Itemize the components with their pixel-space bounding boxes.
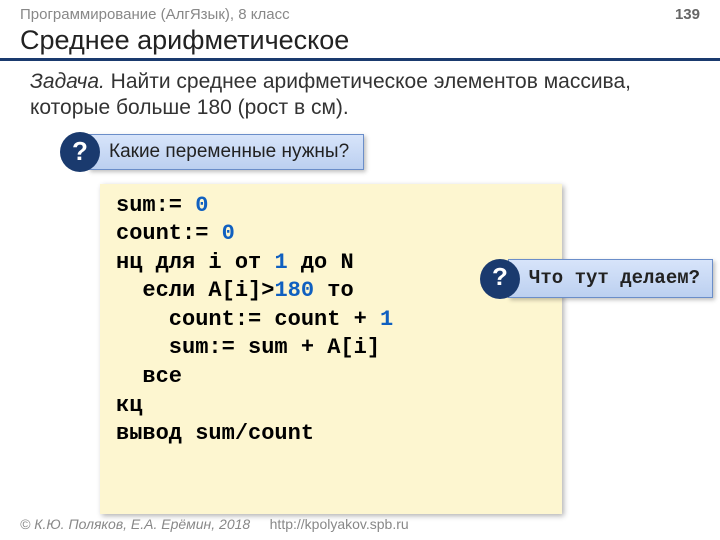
course-label: Программирование (АлгЯзык), 8 класс bbox=[20, 6, 290, 23]
task-body: Найти среднее арифметическое элементов м… bbox=[30, 70, 631, 119]
code-line: если A[i]> bbox=[116, 278, 274, 303]
code-line: вывод sum/count bbox=[116, 421, 314, 446]
question-icon: ? bbox=[480, 259, 520, 299]
callout-variables: ? Какие переменные нужны? bbox=[60, 132, 364, 172]
code-line: кц bbox=[116, 393, 142, 418]
code-line: count:= count + bbox=[116, 307, 380, 332]
callout-explain: ? Что тут делаем? bbox=[480, 259, 713, 299]
code-num: 180 bbox=[274, 278, 314, 303]
code-line: все bbox=[116, 364, 182, 389]
code-num: 0 bbox=[222, 221, 235, 246]
top-bar: Программирование (АлгЯзык), 8 класс 139 bbox=[0, 0, 720, 25]
code-line: то bbox=[314, 278, 354, 303]
task-label: Задача. bbox=[30, 70, 105, 93]
footer-authors: © К.Ю. Поляков, Е.А. Ерёмин, 2018 bbox=[20, 516, 250, 532]
code-line: count:= bbox=[116, 221, 222, 246]
code-line: sum:= sum + A[i] bbox=[116, 335, 380, 360]
code-line: до N bbox=[288, 250, 354, 275]
callout-explain-text: Что тут делаем? bbox=[508, 259, 713, 298]
task-text: Задача. Найти среднее арифметическое эле… bbox=[0, 69, 720, 128]
code-num: 0 bbox=[195, 193, 208, 218]
code-num: 1 bbox=[274, 250, 287, 275]
footer: © К.Ю. Поляков, Е.А. Ерёмин, 2018 http:/… bbox=[20, 516, 409, 532]
question-icon: ? bbox=[60, 132, 100, 172]
page-title: Среднее арифметическое bbox=[0, 25, 720, 61]
callout-variables-text: Какие переменные нужны? bbox=[88, 134, 364, 170]
footer-url: http://kpolyakov.spb.ru bbox=[270, 516, 409, 532]
code-num: 1 bbox=[380, 307, 393, 332]
slide: Программирование (АлгЯзык), 8 класс 139 … bbox=[0, 0, 720, 540]
page-number: 139 bbox=[675, 6, 700, 23]
code-block: sum:= 0 count:= 0 нц для i от 1 до N есл… bbox=[100, 184, 562, 515]
code-line: sum:= bbox=[116, 193, 195, 218]
code-line: нц для i от bbox=[116, 250, 274, 275]
